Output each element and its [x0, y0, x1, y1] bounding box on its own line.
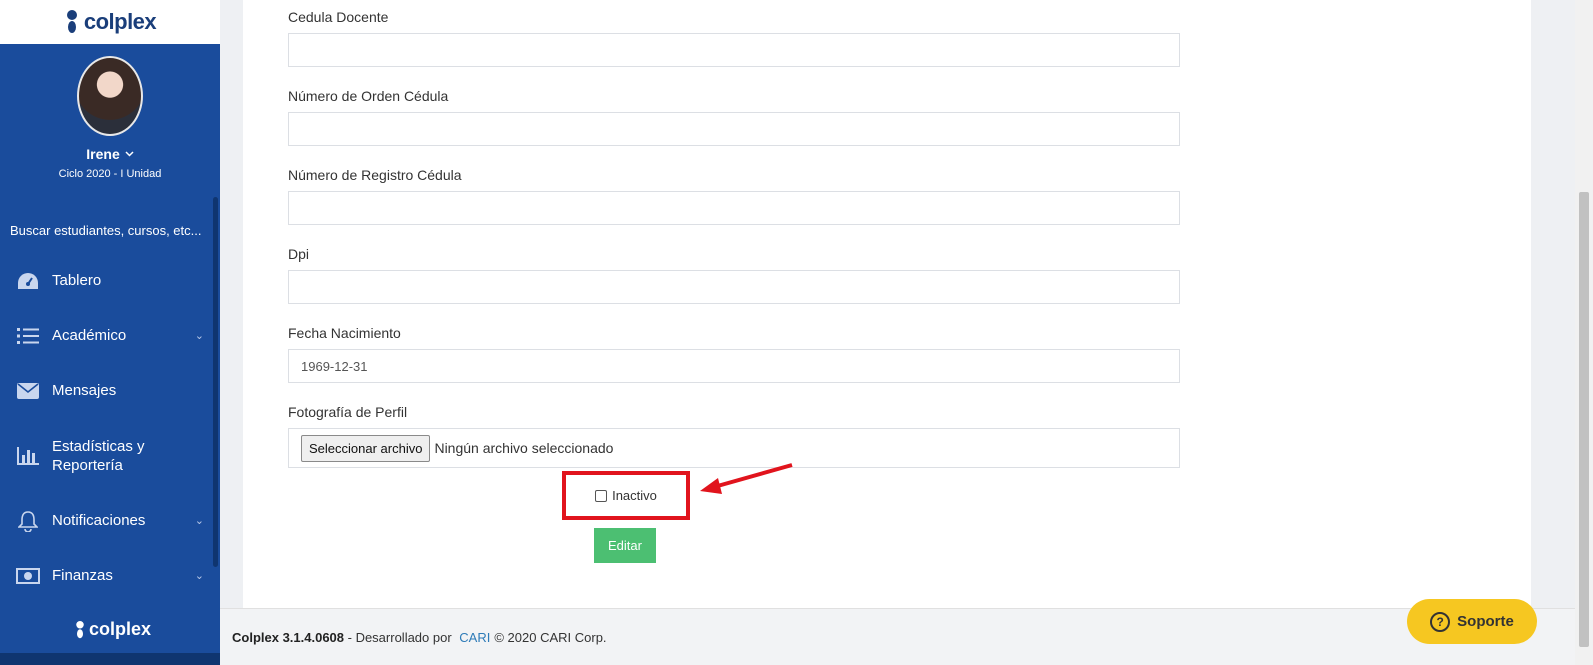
user-cycle: Ciclo 2020 - I Unidad	[58, 168, 162, 180]
file-status-text: Ningún archivo seleccionado	[434, 440, 614, 456]
field-label-fotografia: Fotografía de Perfil	[288, 403, 408, 420]
question-icon: ?	[1430, 611, 1451, 632]
footer: Colplex 3.1.4.0608 - Desarrollado por CA…	[220, 608, 1575, 665]
sidebar-item-notificaciones[interactable]: Notificaciones ⌄	[0, 493, 220, 548]
sidebar-item-finanzas[interactable]: Finanzas ⌄	[0, 548, 220, 603]
edit-button[interactable]: Editar	[594, 528, 656, 563]
money-icon	[16, 564, 40, 588]
copyright-text: © 2020 CARI Corp.	[494, 629, 607, 645]
inactive-label[interactable]: Inactivo	[612, 488, 657, 503]
edit-teacher-form: Cedula Docente Número de Orden Cédula Nú…	[288, 0, 1180, 468]
cedula-docente-input[interactable]	[288, 33, 1180, 67]
sidebar-collapse-bar[interactable]	[0, 653, 220, 665]
page-scrollbar[interactable]	[1575, 0, 1593, 665]
search-button[interactable]: Buscar estudiantes, cursos, etc...	[0, 213, 220, 247]
user-name: Irene	[86, 146, 120, 162]
select-file-button[interactable]: Seleccionar archivo	[301, 434, 431, 462]
field-label-cedula-docente: Cedula Docente	[288, 8, 389, 25]
nav-label: Notificaciones	[52, 512, 146, 529]
developed-by-text: - Desarrollado por	[344, 629, 456, 645]
dpi-input[interactable]	[288, 270, 1180, 304]
chevron-down-icon: ⌄	[194, 330, 204, 342]
support-button[interactable]: ? Soporte	[1407, 599, 1537, 644]
user-profile: Irene Ciclo 2020 - I Unidad	[0, 44, 220, 180]
chevron-down-icon: ⌄	[194, 515, 204, 527]
avatar[interactable]	[77, 56, 143, 136]
sidebar-nav: Tablero Académico ⌄ Mensajes Estadística…	[0, 253, 220, 603]
sidebar-item-tablero[interactable]: Tablero	[0, 253, 220, 308]
field-label-numero-orden: Número de Orden Cédula	[288, 87, 449, 104]
sidebar: colplex Irene Ciclo 2020 - I Unidad Busc…	[0, 0, 220, 665]
bar-chart-icon	[16, 444, 40, 468]
support-label: Soporte	[1457, 613, 1514, 630]
nav-label: Académico	[52, 327, 127, 344]
nav-label: Tablero	[52, 272, 102, 289]
envelope-icon	[16, 379, 40, 403]
main-panel: Cedula Docente Número de Orden Cédula Nú…	[243, 0, 1531, 608]
red-arrow-icon	[700, 463, 793, 494]
sidebar-footer-brand: colplex	[89, 619, 152, 639]
nav-label: Estadísticas y Reportería	[52, 437, 145, 474]
sidebar-item-mensajes[interactable]: Mensajes	[0, 363, 220, 418]
company-link[interactable]: CARI	[459, 630, 490, 645]
sidebar-scrollbar[interactable]	[213, 197, 218, 567]
nav-label: Mensajes	[52, 382, 117, 399]
colplex-logo-icon	[66, 10, 77, 33]
app-version: Colplex 3.1.4.0608	[232, 629, 345, 645]
numero-registro-input[interactable]	[288, 191, 1180, 225]
dashboard-icon	[16, 269, 40, 293]
user-menu-toggle[interactable]: Irene	[0, 146, 220, 162]
inactive-checkbox[interactable]	[595, 489, 608, 502]
list-icon	[16, 324, 40, 348]
inactive-checkbox-highlight: Inactivo	[562, 471, 690, 520]
field-label-fecha-nacimiento: Fecha Nacimiento	[288, 324, 401, 341]
bell-icon	[16, 509, 40, 533]
colplex-logo-icon	[76, 620, 84, 638]
fecha-nacimiento-input[interactable]: 1969-12-31	[288, 349, 1180, 383]
chevron-down-icon	[125, 151, 134, 157]
sidebar-item-estadisticas[interactable]: Estadísticas y Reportería	[0, 418, 220, 493]
field-label-numero-registro: Número de Registro Cédula	[288, 166, 462, 183]
chevron-down-icon: ⌄	[194, 570, 204, 582]
nav-label: Finanzas	[52, 567, 113, 584]
field-label-dpi: Dpi	[288, 245, 310, 262]
page-scrollbar-thumb[interactable]	[1579, 192, 1589, 647]
brand-name: colplex	[83, 9, 157, 34]
sidebar-footer-logo: colplex	[74, 619, 151, 640]
numero-orden-input[interactable]	[288, 112, 1180, 146]
brand-logo[interactable]: colplex	[0, 0, 220, 44]
sidebar-item-academico[interactable]: Académico ⌄	[0, 308, 220, 363]
